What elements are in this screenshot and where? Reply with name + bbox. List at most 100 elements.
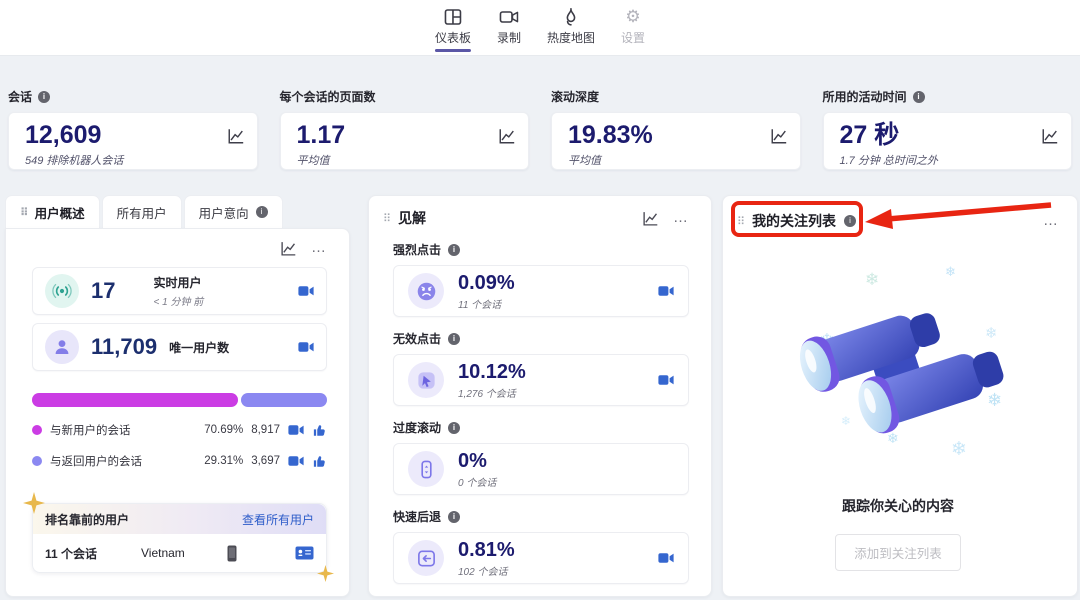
info-icon[interactable]: [448, 421, 461, 434]
watch-recordings-icon[interactable]: [298, 285, 314, 297]
chart-toggle-icon[interactable]: [227, 127, 245, 145]
insight-value: 0.09%: [458, 271, 515, 294]
thumbs-up-icon[interactable]: [312, 454, 327, 469]
tab-user-intent[interactable]: 用户意向: [183, 195, 283, 228]
nav-settings-label: 设置: [621, 31, 646, 45]
chart-toggle-icon[interactable]: [1041, 127, 1059, 145]
chart-toggle-icon[interactable]: [498, 127, 516, 145]
binoculars-illustration: [799, 313, 1004, 434]
users-tabs: ⠿ 用户概述 所有用户 用户意向: [5, 195, 350, 228]
nav-heatmap[interactable]: 热度地图: [547, 7, 595, 52]
watchlist-title: 我的关注列表: [752, 213, 837, 229]
info-icon[interactable]: [448, 332, 461, 345]
top-user-country: Vietnam: [141, 546, 185, 560]
users-panel-body: … 17 实时用户 < 1 分钟 前 11,709 唯一用户数 与新用户的会话 …: [5, 228, 350, 597]
drag-handle-icon[interactable]: ⠿: [20, 206, 29, 219]
tab-label: 所有用户: [116, 206, 167, 221]
new-vs-returning-bar: [32, 393, 327, 407]
insights-panel: ⠿ 见解 … 强烈点击 0.09% 11 个会话 无效点击 10.12% 1,2…: [368, 195, 712, 597]
legend-label: 与新用户的会话: [50, 425, 131, 437]
legend-count: 8,917: [251, 424, 280, 436]
info-icon[interactable]: [448, 510, 461, 523]
tab-label: 用户概述: [34, 206, 85, 221]
quick-backs-card[interactable]: 0.81% 102 个会话: [393, 532, 689, 584]
legend-count: 3,697: [251, 455, 280, 467]
user-id-card-icon[interactable]: [295, 546, 314, 560]
live-users-label: 实时用户: [153, 276, 202, 290]
more-menu-icon[interactable]: …: [311, 240, 327, 255]
settings-icon: ⚙: [625, 7, 641, 26]
watch-recordings-icon[interactable]: [288, 455, 304, 467]
chart-toggle-icon[interactable]: [642, 210, 659, 227]
watchlist-empty-caption: 跟踪你关心的内容: [842, 498, 954, 514]
insight-label: 强烈点击: [393, 243, 442, 257]
live-users-value: 17: [91, 278, 116, 303]
insight-value: 0.81%: [458, 538, 515, 561]
watch-recordings-icon[interactable]: [298, 341, 314, 353]
insight-sessions: 11 个会话: [458, 299, 502, 311]
insight-value: 0%: [458, 449, 487, 472]
watch-recordings-icon[interactable]: [288, 424, 304, 436]
insight-sessions: 0 个会话: [458, 477, 497, 489]
insight-label: 无效点击: [393, 332, 442, 346]
live-users-row[interactable]: 17 实时用户 < 1 分钟 前: [32, 267, 327, 315]
split-bar-new: [32, 393, 239, 407]
legend-label: 与返回用户的会话: [50, 456, 142, 468]
metric-subtitle: 平均值: [568, 154, 601, 167]
info-icon[interactable]: [38, 90, 51, 103]
drag-handle-icon[interactable]: ⠿: [383, 212, 391, 225]
active-tab-underline: [434, 49, 471, 52]
nav-recordings[interactable]: 录制: [497, 7, 521, 52]
chart-toggle-icon[interactable]: [770, 127, 788, 145]
add-to-watchlist-button[interactable]: 添加到关注列表: [835, 534, 961, 571]
legend-pct: 70.69%: [204, 424, 244, 436]
legend-dot: [32, 425, 42, 435]
watch-recordings-icon[interactable]: [658, 552, 674, 564]
dead-click-icon: [416, 370, 437, 391]
excessive-scrolling-card[interactable]: 0% 0 个会话: [393, 443, 689, 495]
watch-recordings-icon[interactable]: [658, 374, 674, 386]
metric-label: 所用的活动时间: [822, 90, 907, 104]
legend-dot: [32, 456, 42, 466]
unique-users-row[interactable]: 11,709 唯一用户数: [32, 323, 327, 371]
more-menu-icon[interactable]: …: [1043, 213, 1059, 228]
metric-value: 1.17: [296, 121, 346, 149]
top-bar: 仪表板 录制 热度地图 ⚙ 设置: [0, 0, 1080, 56]
metric-value: 12,609: [25, 121, 102, 149]
live-users-sub: < 1 分钟 前: [153, 297, 204, 308]
snowflake-icon: ❄: [945, 264, 956, 279]
nav-dashboard[interactable]: 仪表板: [434, 7, 471, 52]
top-user-sessions: 11 个会话: [45, 546, 98, 561]
top-user-row[interactable]: 11 个会话 Vietnam: [33, 534, 326, 572]
tab-user-overview[interactable]: ⠿ 用户概述: [5, 195, 100, 228]
info-icon[interactable]: [255, 206, 268, 218]
recordings-icon: [499, 7, 519, 27]
chart-toggle-icon[interactable]: [280, 240, 297, 257]
thumbs-up-icon[interactable]: [312, 423, 327, 438]
metric-value: 27 秒: [839, 121, 900, 149]
watch-recordings-icon[interactable]: [658, 285, 674, 297]
metric-subtitle: 平均值: [296, 154, 330, 167]
top-users-card: 排名靠前的用户 查看所有用户 11 个会话 Vietnam: [32, 503, 327, 573]
info-icon[interactable]: [448, 243, 461, 256]
nav-dashboard-label: 仪表板: [434, 31, 471, 45]
mobile-device-icon: [227, 545, 237, 562]
snowflake-icon: ❄: [865, 270, 880, 289]
tab-all-users[interactable]: 所有用户: [101, 195, 182, 228]
insight-sessions: 102 个会话: [458, 566, 508, 578]
top-users-title: 排名靠前的用户: [45, 512, 130, 527]
info-icon[interactable]: [844, 215, 857, 227]
live-users-icon: [52, 281, 72, 301]
more-menu-icon[interactable]: …: [673, 210, 689, 225]
info-icon[interactable]: [912, 90, 925, 103]
rage-clicks-card[interactable]: 0.09% 11 个会话: [393, 265, 689, 317]
view-all-users-link[interactable]: 查看所有用户: [242, 511, 314, 528]
nav-settings[interactable]: ⚙ 设置: [621, 7, 645, 52]
dead-clicks-card[interactable]: 10.12% 1,276 个会话: [393, 354, 689, 406]
legend-new-users: 与新用户的会话 70.69% 8,917: [32, 422, 327, 438]
main-nav: 仪表板 录制 热度地图 ⚙ 设置: [434, 7, 645, 52]
sparkle-icon: [317, 565, 334, 582]
metric-subtitle: 549 排除机器人会话: [25, 154, 124, 167]
split-bar-returning: [241, 393, 327, 407]
drag-handle-icon[interactable]: ⠿: [737, 215, 745, 228]
